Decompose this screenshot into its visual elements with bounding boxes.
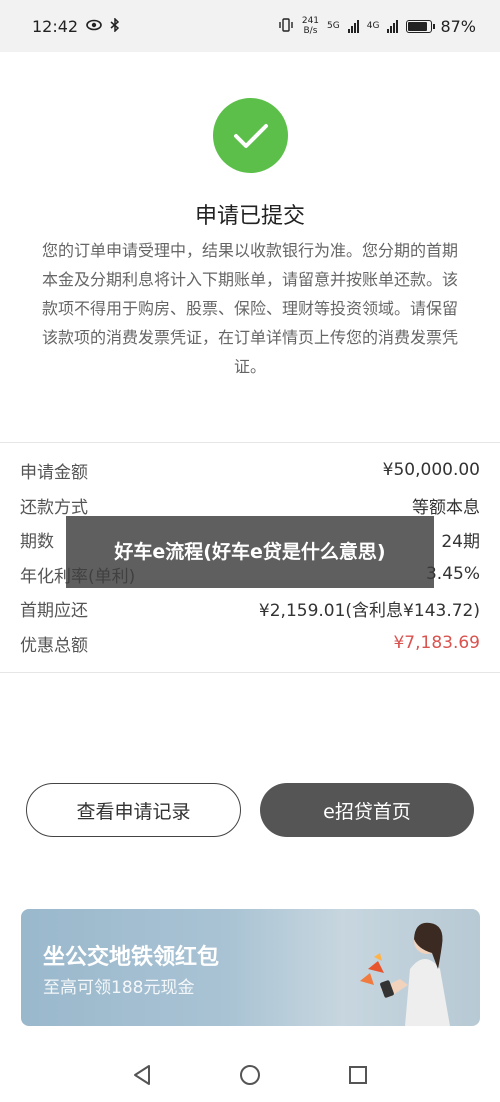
net-speed-unit: B/s — [303, 26, 318, 36]
detail-label: 期数 — [20, 531, 54, 552]
status-right: 241 B/s 5G 4G 87% — [278, 16, 476, 36]
detail-value: ¥2,159.01(含利息¥143.72) — [258, 600, 480, 621]
battery-icon — [406, 19, 436, 33]
signal-icon — [347, 19, 359, 33]
success-check-icon — [213, 98, 288, 173]
status-left: 12:42 — [32, 17, 120, 36]
signal-tag-1: 5G — [327, 21, 340, 31]
title-overlay: 好车e流程(好车e贷是什么意思) — [66, 516, 434, 588]
vibrate-icon — [278, 17, 294, 36]
detail-label: 还款方式 — [20, 497, 88, 518]
detail-label: 申请金额 — [20, 462, 88, 483]
net-speed-value: 241 — [301, 16, 320, 26]
result-description: 您的订单申请受理中，结果以收款银行为准。您分期的首期本金及分期利息将计入下期账单… — [41, 241, 458, 376]
home-button[interactable]: e招贷首页 — [260, 783, 474, 837]
woman-with-phone-illustration — [360, 922, 450, 1026]
eye-icon — [86, 19, 102, 34]
recents-square-icon[interactable] — [344, 1061, 372, 1089]
promo-banner[interactable]: 坐公交地铁领红包 至高可领188元现金 — [21, 909, 480, 1026]
detail-value: 等额本息 — [412, 497, 480, 518]
detail-value: 3.45% — [425, 564, 480, 584]
result-title: 申请已提交 — [194, 204, 305, 229]
banner-title: 坐公交地铁领红包 — [43, 945, 220, 970]
bluetooth-icon — [110, 16, 120, 35]
signal-tag-2: 4G — [366, 21, 380, 31]
divider-top — [0, 442, 500, 443]
back-icon[interactable] — [128, 1061, 156, 1089]
detail-value: ¥50,000.00 — [382, 460, 480, 480]
divider-bottom — [0, 672, 500, 673]
home-circle-icon[interactable] — [236, 1061, 264, 1089]
detail-row-discount: 优惠总额 ¥7,183.69 — [20, 628, 480, 658]
view-records-button[interactable]: 查看申请记录 — [26, 783, 241, 837]
banner-subtitle: 至高可领188元现金 — [43, 978, 195, 998]
detail-label: 首期应还 — [20, 600, 88, 621]
signal-icon-2 — [387, 19, 399, 33]
system-nav-bar — [0, 1048, 500, 1102]
net-speed: 241 B/s — [302, 16, 319, 36]
status-time: 12:42 — [32, 16, 79, 36]
detail-value: 24期 — [441, 531, 480, 552]
detail-row-amount: 申请金额 ¥50,000.00 — [20, 455, 480, 485]
discount-value: ¥7,183.69 — [393, 633, 480, 653]
detail-row-first-payment: 首期应还 ¥2,159.01(含利息¥143.72) — [20, 593, 480, 623]
status-bar: 12:42 241 B/s 5G 4G 87% — [0, 0, 500, 52]
battery-percent: 87% — [440, 16, 476, 36]
detail-label: 优惠总额 — [20, 635, 88, 656]
